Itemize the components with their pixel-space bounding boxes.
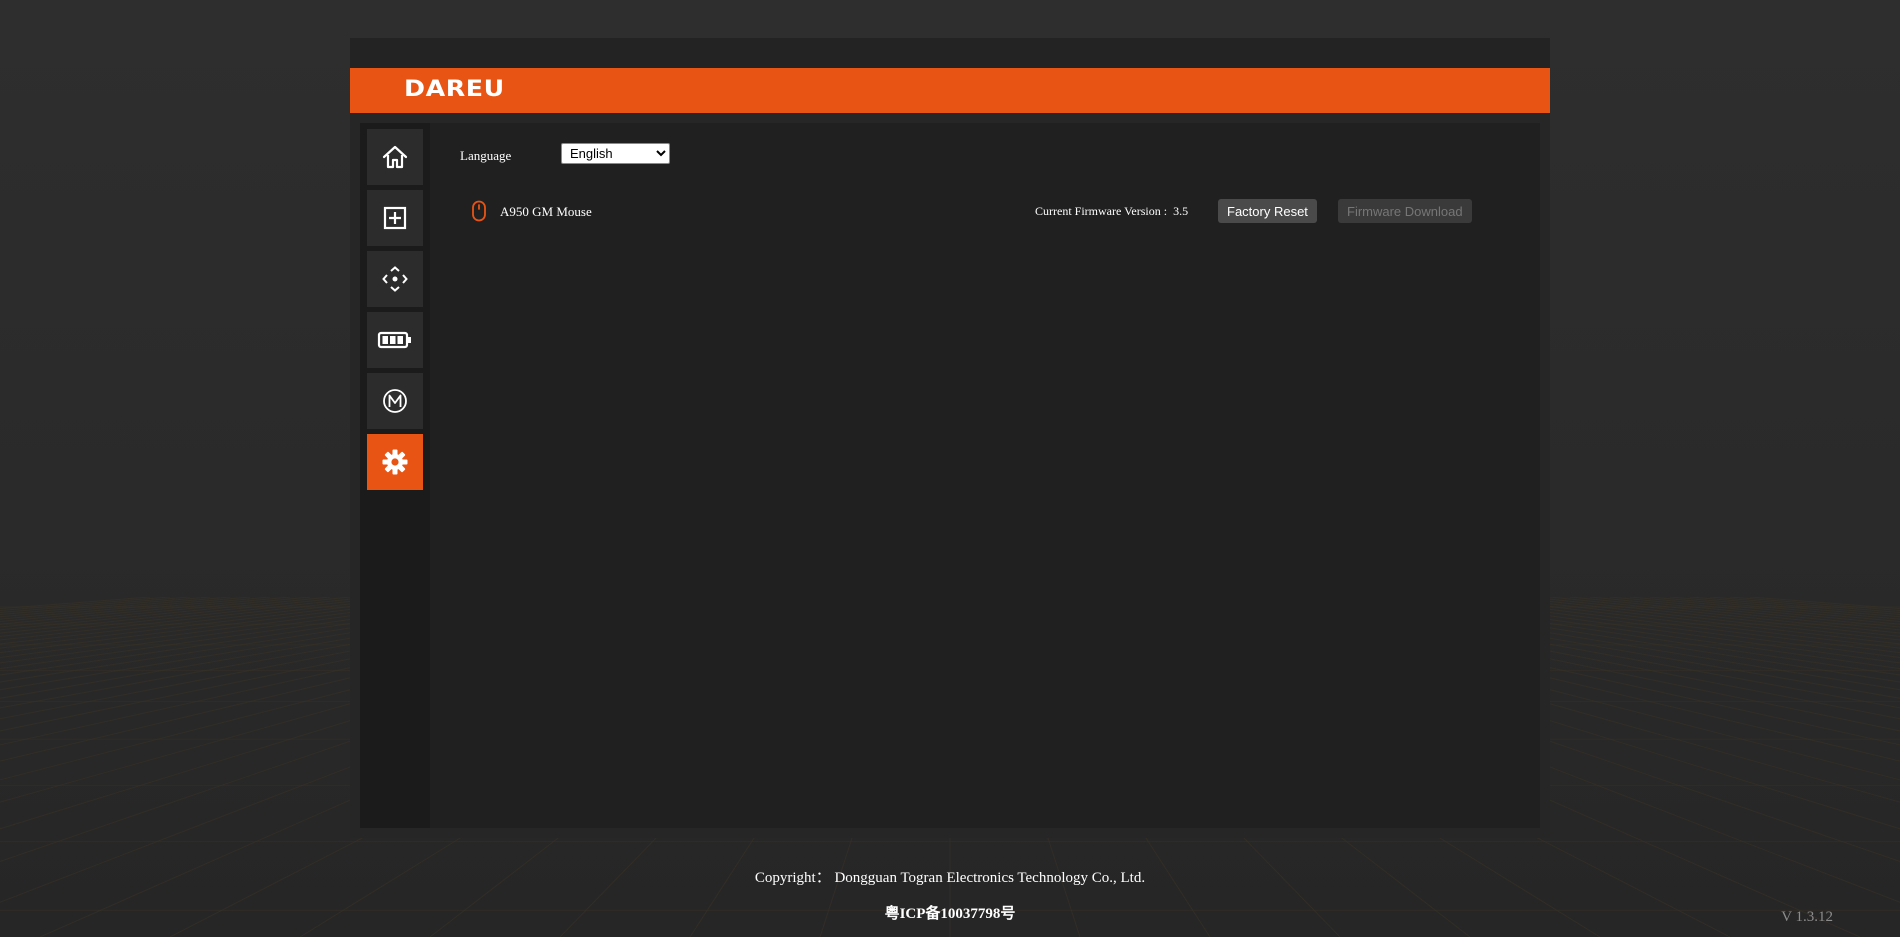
app-window: DAREU Language English A950 GM Mouse Cur…	[350, 38, 1550, 838]
sidebar-item-settings[interactable]	[367, 434, 423, 490]
firmware-download-button[interactable]: Firmware Download	[1338, 199, 1472, 223]
sidebar-nav	[360, 123, 430, 828]
content-area: Language English A950 GM Mouse Current F…	[360, 123, 1540, 828]
brand-header: DAREU	[350, 68, 1550, 113]
device-row: A950 GM Mouse Current Firmware Version :…	[430, 195, 1540, 227]
footer-copyright: Copyright： Dongguan Togran Electronics T…	[754, 870, 1146, 886]
mouse-icon	[472, 200, 486, 222]
language-select[interactable]: English	[561, 143, 670, 164]
sidebar-item-move[interactable]	[367, 251, 423, 307]
language-label: Language	[460, 148, 512, 163]
top-strip	[350, 38, 1550, 68]
firmware-version-label: Current Firmware Version : 3.5	[1035, 204, 1189, 218]
move-arrows-icon	[382, 266, 408, 292]
plus-square-icon	[383, 206, 407, 230]
footer-icp-link[interactable]: 粤ICP备10037798号	[0, 902, 1900, 923]
sidebar-item-add[interactable]	[367, 190, 423, 246]
device-name: A950 GM Mouse	[500, 204, 592, 219]
macro-m-icon	[383, 389, 407, 413]
settings-panel: Language English A950 GM Mouse Current F…	[430, 123, 1540, 828]
battery-icon	[377, 331, 411, 349]
dareu-logo: DAREU	[404, 77, 505, 102]
app-version: V 1.3.12	[1781, 909, 1833, 925]
sidebar-item-battery[interactable]	[367, 312, 423, 368]
sidebar-item-home[interactable]	[367, 129, 423, 185]
gear-icon	[382, 449, 408, 475]
factory-reset-button[interactable]: Factory Reset	[1218, 199, 1317, 223]
sidebar-item-macro[interactable]	[367, 373, 423, 429]
home-icon	[382, 145, 408, 169]
